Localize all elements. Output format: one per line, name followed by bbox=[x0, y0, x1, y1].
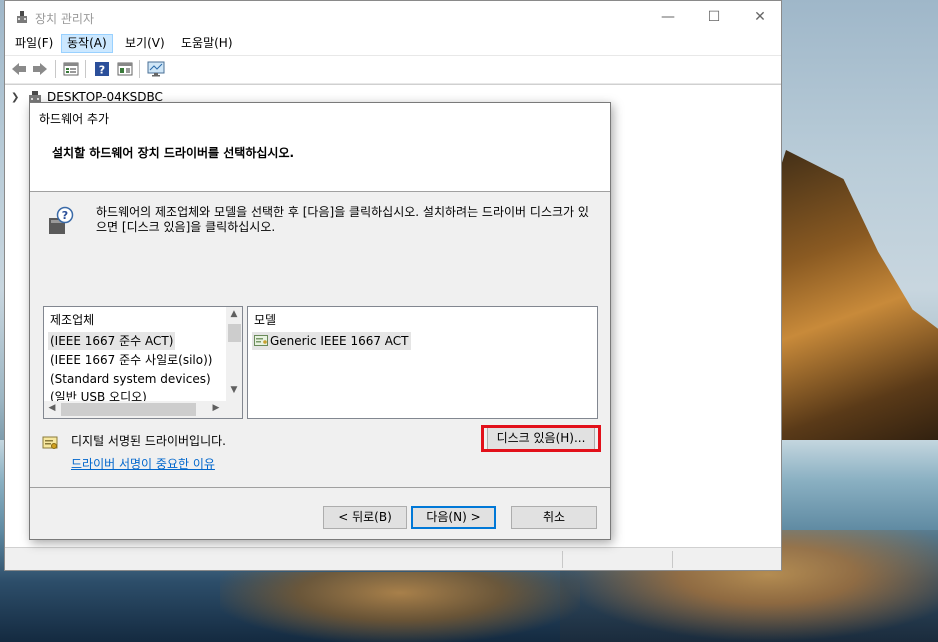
back-arrow-icon bbox=[12, 63, 26, 75]
menu-view[interactable]: 보기(V) bbox=[120, 34, 170, 53]
list-item[interactable]: Generic IEEE 1667 ACT bbox=[252, 332, 411, 350]
toolbar-separator bbox=[55, 60, 56, 78]
scroll-corner bbox=[226, 401, 242, 418]
minimize-button[interactable]: — bbox=[645, 1, 691, 33]
signed-driver-text: 디지털 서명된 드라이버입니다. bbox=[71, 434, 226, 448]
scroll-left-icon[interactable]: ◀ bbox=[44, 403, 60, 413]
scroll-thumb[interactable] bbox=[228, 324, 241, 342]
view-toolbar-button[interactable] bbox=[115, 60, 135, 78]
driver-cert-icon bbox=[254, 335, 268, 346]
dialog-instructions: 하드웨어의 제조업체와 모델을 선택한 후 [다음]을 클릭하십시오. 설치하려… bbox=[96, 205, 589, 234]
model-item-label: Generic IEEE 1667 ACT bbox=[270, 334, 409, 348]
add-hardware-dialog: 하드웨어 추가 설치할 하드웨어 장치 드라이버를 선택하십시오. ? 하드웨어… bbox=[29, 102, 611, 540]
maximize-button[interactable]: ☐ bbox=[691, 1, 737, 33]
status-bar bbox=[5, 547, 781, 570]
window-title: 장치 관리자 bbox=[35, 12, 95, 26]
scroll-down-icon[interactable]: ▼ bbox=[226, 385, 242, 395]
certificate-icon bbox=[42, 436, 58, 449]
horizontal-scrollbar[interactable]: ◀ ▶ bbox=[44, 401, 242, 418]
toolbar: ? bbox=[5, 55, 781, 84]
scroll-up-icon[interactable]: ▲ bbox=[226, 309, 242, 319]
wallpaper-reflection-2 bbox=[220, 572, 580, 642]
toolbar-separator bbox=[139, 60, 140, 78]
list-item[interactable]: (IEEE 1667 준수 사일로(silo)) bbox=[48, 351, 214, 369]
cancel-button[interactable]: 취소 bbox=[511, 506, 597, 529]
view-icon bbox=[117, 62, 133, 76]
title-bar[interactable]: 장치 관리자 — ☐ ✕ bbox=[5, 1, 781, 33]
status-divider bbox=[672, 551, 673, 568]
model-header: 모델 bbox=[254, 313, 277, 327]
properties-toolbar-button[interactable] bbox=[61, 60, 81, 78]
next-button[interactable]: 다음(N) > bbox=[411, 506, 496, 529]
model-list[interactable]: 모델 Generic IEEE 1667 ACT bbox=[247, 306, 598, 419]
close-icon: ✕ bbox=[754, 9, 766, 25]
dialog-title: 하드웨어 추가 bbox=[39, 112, 110, 126]
list-item[interactable]: (Standard system devices) bbox=[48, 370, 213, 388]
back-button[interactable]: < 뒤로(B) bbox=[323, 506, 407, 529]
minimize-icon: — bbox=[661, 9, 675, 25]
monitor-icon bbox=[147, 61, 165, 77]
scan-hardware-toolbar-button[interactable] bbox=[146, 60, 166, 78]
vertical-scrollbar[interactable]: ▲ ▼ bbox=[226, 307, 242, 401]
maximize-icon: ☐ bbox=[707, 9, 721, 25]
menu-action[interactable]: 동작(A) bbox=[61, 34, 113, 53]
close-button[interactable]: ✕ bbox=[737, 1, 783, 33]
chevron-down-icon[interactable]: ❯ bbox=[11, 92, 23, 103]
manufacturer-list[interactable]: 제조업체 (IEEE 1667 준수 ACT) (IEEE 1667 준수 사일… bbox=[43, 306, 243, 419]
dialog-header: 하드웨어 추가 설치할 하드웨어 장치 드라이버를 선택하십시오. bbox=[30, 103, 610, 192]
forward-toolbar-button[interactable] bbox=[30, 60, 50, 78]
back-toolbar-button[interactable] bbox=[9, 60, 29, 78]
dialog-separator bbox=[30, 487, 610, 488]
driver-signing-link[interactable]: 드라이버 서명이 중요한 이유 bbox=[71, 455, 215, 472]
list-item[interactable]: (IEEE 1667 준수 ACT) bbox=[48, 332, 176, 350]
menu-file[interactable]: 파일(F) bbox=[10, 34, 58, 53]
help-icon: ? bbox=[95, 62, 109, 77]
manufacturer-header: 제조업체 bbox=[50, 313, 95, 327]
scroll-right-icon[interactable]: ▶ bbox=[208, 403, 224, 413]
dialog-heading: 설치할 하드웨어 장치 드라이버를 선택하십시오. bbox=[52, 146, 295, 160]
menu-help[interactable]: 도움말(H) bbox=[176, 34, 238, 53]
properties-icon bbox=[63, 62, 79, 76]
status-divider bbox=[562, 551, 563, 568]
help-toolbar-button[interactable]: ? bbox=[92, 60, 112, 78]
scroll-thumb[interactable] bbox=[61, 403, 196, 416]
hardware-help-icon: ? bbox=[49, 206, 74, 234]
device-manager-icon bbox=[17, 11, 27, 23]
menu-bar: 파일(F) 동작(A) 보기(V) 도움말(H) bbox=[5, 33, 781, 54]
svg-text:?: ? bbox=[99, 64, 105, 77]
svg-text:?: ? bbox=[62, 209, 68, 222]
toolbar-separator bbox=[85, 60, 86, 78]
forward-arrow-icon bbox=[33, 63, 47, 75]
red-highlight-box bbox=[481, 425, 601, 452]
